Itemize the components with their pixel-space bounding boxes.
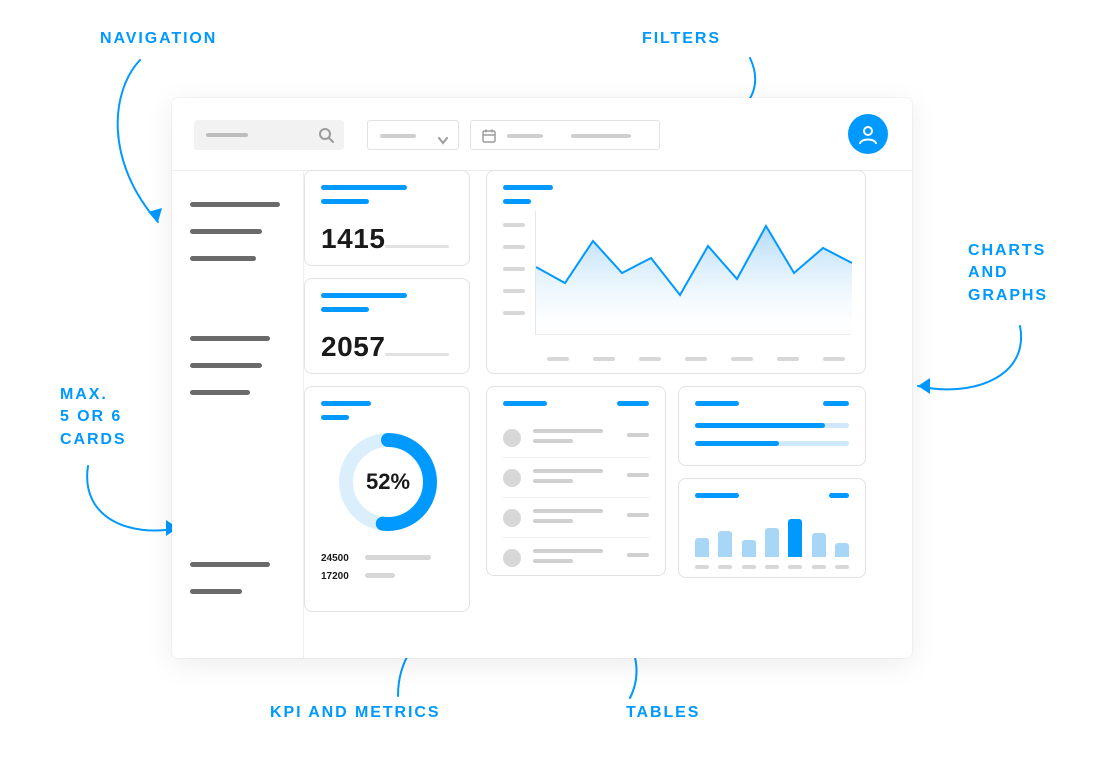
bar-chart <box>695 509 849 557</box>
kpi-subtitle-line <box>321 199 369 204</box>
chart-x-ticks <box>547 357 845 361</box>
table-row[interactable] <box>503 503 649 533</box>
progress-card <box>678 386 866 466</box>
annotation-charts: CHARTS AND GRAPHS <box>968 240 1048 307</box>
kpi-title-line <box>321 185 407 190</box>
kpi-card-1: 1415 <box>304 170 470 266</box>
nav-group-2 <box>190 336 270 417</box>
user-icon <box>858 124 878 144</box>
filter-dropdown[interactable] <box>367 120 459 150</box>
avatar-dot-icon <box>503 469 521 487</box>
dashboard-main: 1415 2057 <box>304 170 912 658</box>
area-chart <box>535 211 851 335</box>
kpi-value-2: 2057 <box>321 331 386 363</box>
nav-group-3 <box>190 562 270 616</box>
sidebar-item[interactable] <box>190 229 262 234</box>
donut-subtitle-line <box>321 415 349 420</box>
annotation-navigation: NAVIGATION <box>100 28 217 50</box>
bar-action-line <box>829 493 849 498</box>
sidebar-navigation <box>172 170 304 658</box>
search-placeholder-line <box>206 133 248 137</box>
kpi-value-1: 1415 <box>321 223 386 255</box>
avatar-dot-icon <box>503 509 521 527</box>
progress-fill-2 <box>695 441 779 446</box>
dashboard-window: 1415 2057 <box>172 98 912 658</box>
search-input[interactable] <box>194 120 344 150</box>
bar <box>695 538 709 557</box>
calendar-icon <box>481 128 497 144</box>
kpi-trend-line <box>385 245 449 248</box>
bar <box>765 528 779 557</box>
table-card <box>486 386 666 576</box>
progress-fill-1 <box>695 423 825 428</box>
donut-legend-1-bar <box>365 555 431 560</box>
donut-percent-label: 52% <box>335 429 441 535</box>
sidebar-item[interactable] <box>190 336 270 341</box>
avatar-dot-icon <box>503 429 521 447</box>
sidebar-item[interactable] <box>190 390 250 395</box>
user-avatar-button[interactable] <box>848 114 888 154</box>
donut-title-line <box>321 401 371 406</box>
nav-group-1 <box>190 202 280 283</box>
sidebar-item[interactable] <box>190 363 262 368</box>
chart-subtitle-line <box>503 199 531 204</box>
donut-legend-2-bar <box>365 573 395 578</box>
bar-title-line <box>695 493 739 498</box>
bar <box>812 533 826 557</box>
donut-chart: 52% <box>335 429 441 535</box>
sidebar-item[interactable] <box>190 202 280 207</box>
table-title-line <box>503 401 547 406</box>
kpi-subtitle-line <box>321 307 369 312</box>
chevron-down-icon <box>438 132 448 140</box>
progress-title-line <box>695 401 739 406</box>
annotation-filters: FILTERS <box>642 28 721 50</box>
donut-legend-1-value: 24500 <box>321 553 349 564</box>
date-range-filter[interactable] <box>470 120 660 150</box>
date-value-line-2 <box>571 134 631 138</box>
kpi-trend-line <box>385 353 449 356</box>
avatar-dot-icon <box>503 549 521 567</box>
table-row[interactable] <box>503 423 649 453</box>
table-action-line <box>617 401 649 406</box>
bar-chart-card <box>678 478 866 578</box>
kpi-title-line <box>321 293 407 298</box>
bar <box>835 543 849 557</box>
bar-x-ticks <box>695 565 849 569</box>
bar <box>742 540 756 557</box>
area-chart-card <box>486 170 866 374</box>
bar-highlight <box>788 519 802 557</box>
sidebar-item[interactable] <box>190 256 256 261</box>
annotation-max-cards: MAX. 5 OR 6 CARDS <box>60 384 127 451</box>
donut-legend-2-value: 17200 <box>321 571 349 582</box>
donut-card: 52% 24500 17200 <box>304 386 470 612</box>
topbar <box>172 98 912 170</box>
bar <box>718 531 732 557</box>
table-row[interactable] <box>503 543 649 573</box>
sidebar-item[interactable] <box>190 562 270 567</box>
chart-title-line <box>503 185 553 190</box>
chart-y-ticks <box>503 223 525 333</box>
progress-action-line <box>823 401 849 406</box>
sidebar-item[interactable] <box>190 589 242 594</box>
search-icon <box>318 127 334 143</box>
kpi-card-2: 2057 <box>304 278 470 374</box>
dropdown-value-line <box>380 134 416 138</box>
date-value-line-1 <box>507 134 543 138</box>
table-row[interactable] <box>503 463 649 493</box>
arrow-charts <box>900 318 1040 438</box>
